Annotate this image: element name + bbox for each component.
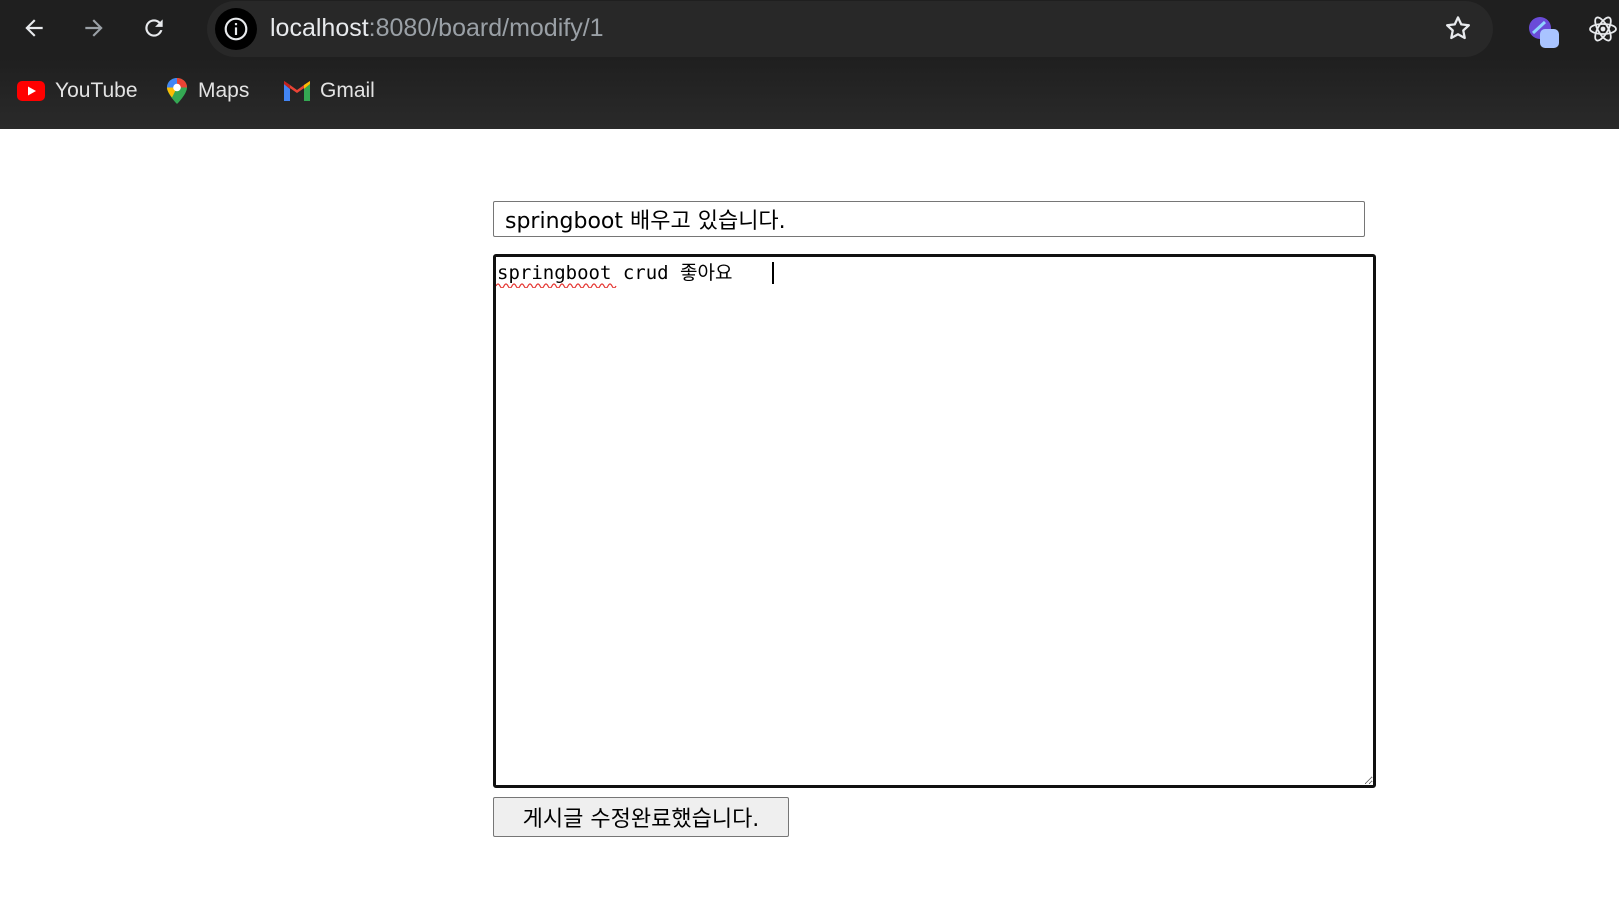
- bookmarks-bar: YouTube Maps Gmail: [0, 58, 1619, 129]
- submit-modify-button[interactable]: 게시글 수정완료했습니다.: [493, 797, 789, 837]
- bookmark-label: Gmail: [320, 79, 375, 102]
- back-arrow-icon[interactable]: [14, 8, 54, 48]
- url-host: localhost: [270, 14, 369, 42]
- address-bar[interactable]: localhost:8080/board/modify/1: [207, 1, 1493, 57]
- title-input[interactable]: [493, 201, 1365, 237]
- browser-chrome: localhost:8080/board/modify/1 YouTube Ma…: [0, 0, 1619, 129]
- info-icon[interactable]: [215, 8, 257, 50]
- bookmark-gmail[interactable]: Gmail: [284, 76, 375, 106]
- reload-icon[interactable]: [134, 8, 174, 48]
- gmail-icon: [284, 81, 310, 101]
- youtube-icon: [17, 81, 45, 101]
- forward-arrow-icon[interactable]: [74, 8, 114, 48]
- bookmark-maps[interactable]: Maps: [166, 76, 249, 106]
- url-text: localhost:8080/board/modify/1: [270, 13, 604, 43]
- maps-icon: [167, 78, 187, 104]
- react-icon[interactable]: [1588, 14, 1618, 44]
- bookmark-youtube[interactable]: YouTube: [17, 76, 138, 106]
- text-caret: [772, 262, 774, 284]
- bookmark-label: Maps: [198, 79, 250, 102]
- bookmark-label: YouTube: [55, 79, 138, 102]
- browser-toolbar: localhost:8080/board/modify/1: [0, 0, 1619, 58]
- spellcheck-underline: [496, 283, 617, 288]
- star-icon[interactable]: [1443, 13, 1473, 47]
- url-path: :8080/board/modify/1: [368, 14, 604, 42]
- extension-icon[interactable]: [1525, 14, 1561, 50]
- content-textarea[interactable]: springboot crud 좋아요: [493, 254, 1376, 788]
